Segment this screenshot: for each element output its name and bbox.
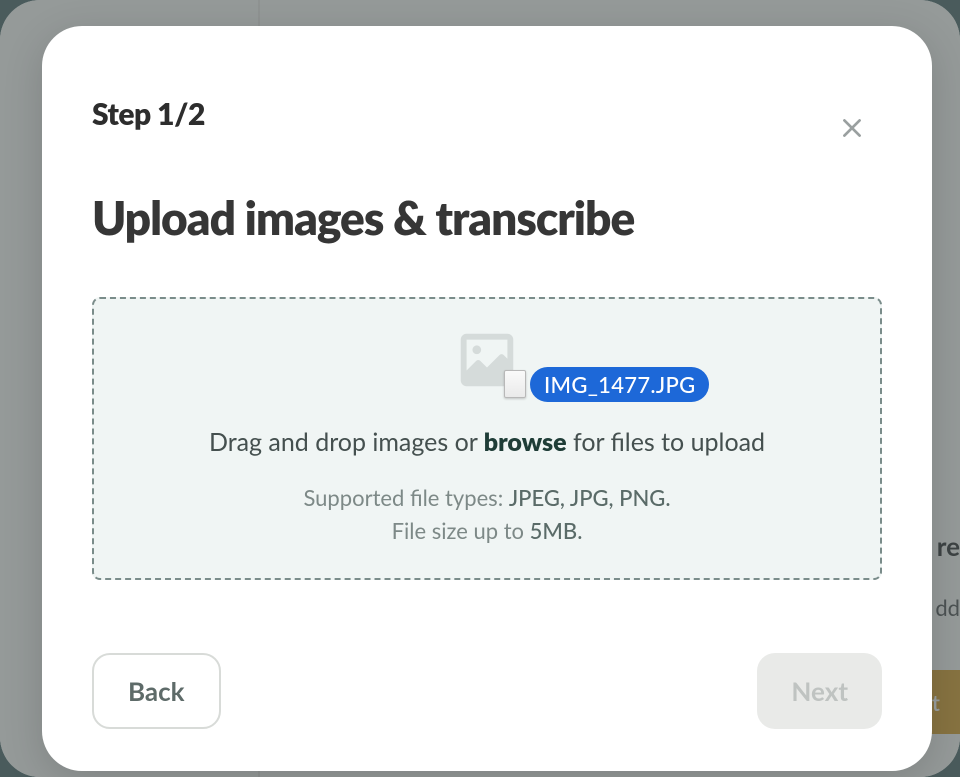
dragged-file-indicator: IMG_1477.JPG [504,367,709,402]
file-thumbnail-icon [504,370,526,398]
back-button[interactable]: Back [92,653,221,729]
dropzone-text-after: for files to upload [567,427,765,457]
close-icon [839,115,865,141]
modal-title: Upload images & transcribe [92,190,882,245]
supported-prefix: Supported file types: [303,484,508,511]
next-button[interactable]: Next [757,653,882,729]
supported-types: JPEG, JPG, PNG. [509,484,671,511]
dropzone-text-before: Drag and drop images or [209,427,484,457]
close-button[interactable] [834,110,870,146]
step-indicator: Step 1/2 [92,96,882,132]
dropzone-subtext: Supported file types: JPEG, JPG, PNG. Fi… [303,481,670,547]
dropzone-icon-wrap: IMG_1477.JPG [452,325,522,399]
size-value: 5MB. [530,517,583,544]
size-prefix: File size up to [392,517,530,544]
browse-link[interactable]: browse [484,427,567,457]
dropzone-instruction: Drag and drop images or browse for files… [209,427,765,457]
upload-modal: Step 1/2 Upload images & transcribe IMG_… [42,26,932,771]
dragged-file-name: IMG_1477.JPG [530,367,709,402]
modal-footer: Back Next [92,653,882,729]
file-dropzone[interactable]: IMG_1477.JPG Drag and drop images or bro… [92,297,882,580]
